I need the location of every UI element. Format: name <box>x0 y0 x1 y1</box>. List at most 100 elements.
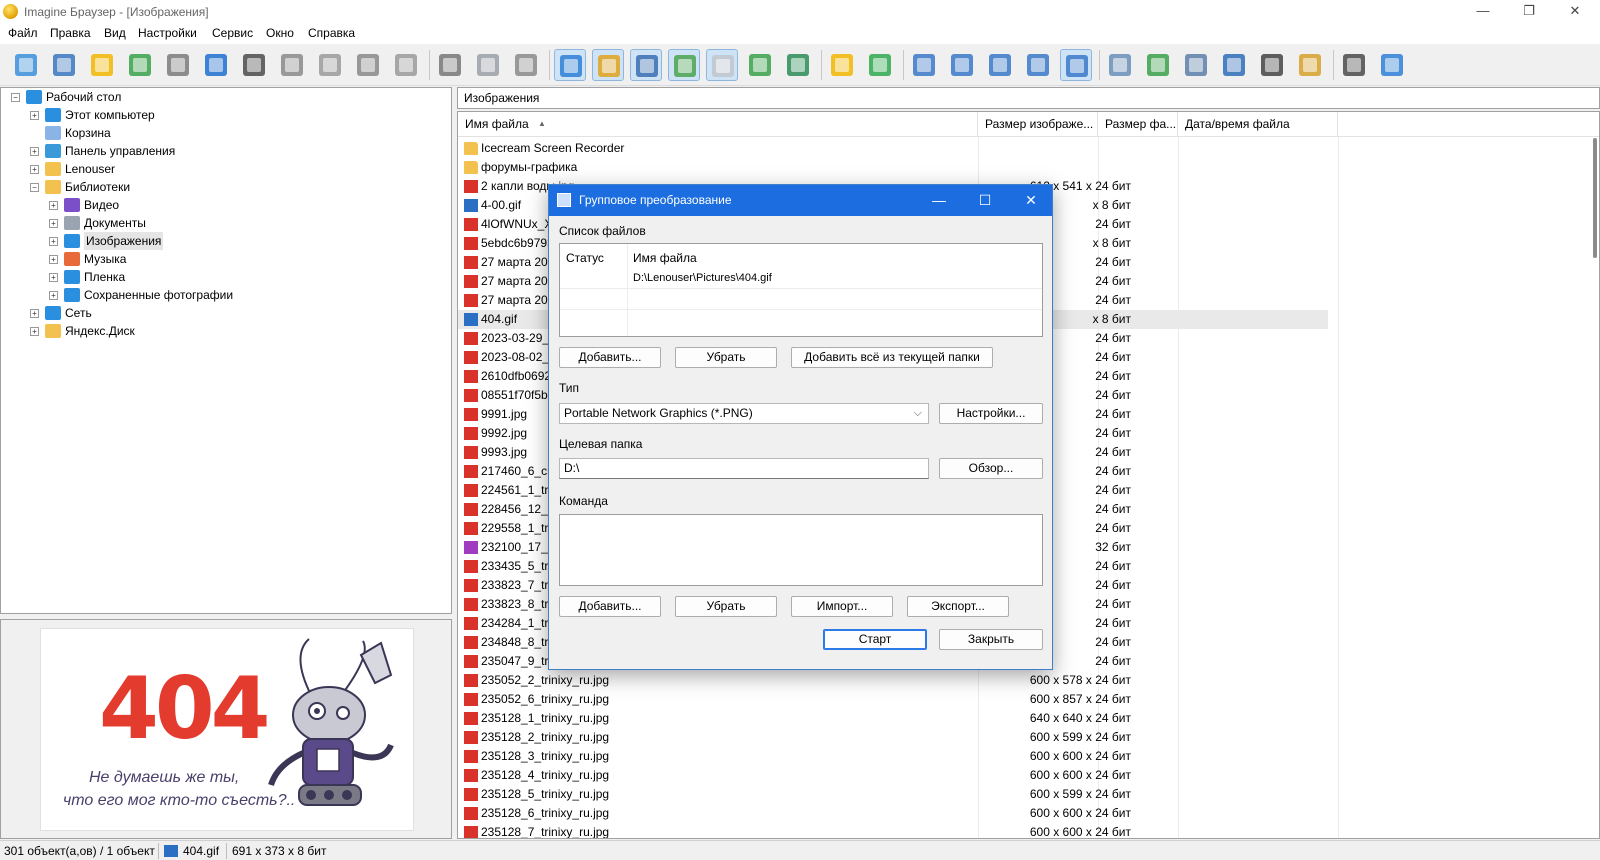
fit-button[interactable] <box>744 49 776 81</box>
file-row[interactable]: 235128_4_trinixy_ru.jpg 600 x 600 x 24 би… <box>458 766 1328 785</box>
tree-item[interactable]: − Рабочий стол <box>1 88 451 106</box>
tree-item[interactable]: + Сохраненные фотографии <box>1 286 451 304</box>
browse-button[interactable]: Обзор... <box>939 458 1043 479</box>
slideshow-button[interactable] <box>48 49 80 81</box>
menu-edit[interactable]: Правка <box>50 26 91 40</box>
type-select[interactable]: Portable Network Graphics (*.PNG) ⌵ <box>559 403 929 424</box>
expand-icon[interactable]: + <box>30 111 39 120</box>
tree-item[interactable]: + Музыка <box>1 250 451 268</box>
file-row[interactable]: Icecream Screen Recorder <box>458 139 1328 158</box>
larges-icon-button[interactable] <box>908 49 940 81</box>
filmstrip-button[interactable] <box>1256 49 1288 81</box>
file-row[interactable]: 235052_6_trinixy_ru.jpg 600 x 857 x 24 би… <box>458 690 1328 709</box>
expand-icon[interactable]: + <box>49 273 58 282</box>
file-row[interactable]: 235052_2_trinixy_ru.jpg 600 x 578 x 24 би… <box>458 671 1328 690</box>
vertical-scrollbar[interactable] <box>1593 138 1597 258</box>
add-command-button[interactable]: Добавить... <box>559 596 661 617</box>
help-button[interactable] <box>1376 49 1408 81</box>
menu-help[interactable]: Справка <box>308 26 355 40</box>
add-file-button[interactable]: Добавить... <box>559 347 661 368</box>
dialog-file-entry[interactable]: D:\Lenouser\Pictures\404.gif <box>633 272 772 284</box>
tree-item[interactable]: + Видео <box>1 196 451 214</box>
details-view-button[interactable] <box>1022 49 1054 81</box>
capture-button[interactable] <box>314 49 346 81</box>
wallpaper-button[interactable] <box>1218 49 1250 81</box>
column-header-image-size[interactable]: Размер изображе... <box>978 112 1098 136</box>
export-button[interactable]: Экспорт... <box>907 596 1009 617</box>
dialog-minimize-button[interactable]: — <box>919 189 959 211</box>
expand-icon[interactable]: + <box>30 309 39 318</box>
tree-item[interactable]: + Этот компьютер <box>1 106 451 124</box>
file-row[interactable]: 235128_5_trinixy_ru.jpg 600 x 599 x 24 би… <box>458 785 1328 804</box>
menu-settings[interactable]: Настройки <box>138 26 197 40</box>
tree-item[interactable]: Корзина <box>1 124 451 142</box>
view-mode-button[interactable] <box>668 49 700 81</box>
expand-icon[interactable]: + <box>30 165 39 174</box>
tree-item[interactable]: + Lenouser <box>1 160 451 178</box>
column-header-name[interactable]: Имя файла ▲ <box>458 112 978 136</box>
dialog-close-action-button[interactable]: Закрыть <box>939 629 1043 650</box>
monitor-button[interactable] <box>782 49 814 81</box>
menu-file[interactable]: Файл <box>8 26 38 40</box>
tree-item[interactable]: + Пленка <box>1 268 451 286</box>
expand-icon[interactable]: + <box>49 219 58 228</box>
column-header-datetime[interactable]: Дата/время файла <box>1178 112 1338 136</box>
tree-item[interactable]: + Документы <box>1 214 451 232</box>
chevron-down-icon[interactable]: ⌵ <box>464 90 1595 103</box>
file-row[interactable]: 235128_2_trinixy_ru.jpg 600 x 599 x 24 би… <box>458 728 1328 747</box>
trash-button[interactable] <box>352 49 384 81</box>
menu-window[interactable]: Окно <box>266 26 294 40</box>
import-button[interactable]: Импорт... <box>791 596 893 617</box>
expand-icon[interactable]: + <box>49 237 58 246</box>
camera-button[interactable] <box>238 49 270 81</box>
folder-tree[interactable]: − Рабочий стол + Этот компьютер Корзина + Пане… <box>0 87 452 614</box>
minimize-button[interactable]: — <box>1460 0 1506 24</box>
file-row[interactable]: 235128_3_trinixy_ru.jpg 600 x 600 x 24 би… <box>458 747 1328 766</box>
file-row[interactable]: форумы-графика <box>458 158 1328 177</box>
save-button[interactable] <box>124 49 156 81</box>
dialog-file-list[interactable]: Статус Имя файла D:\Lenouser\Pictures\40… <box>559 243 1043 337</box>
expand-icon[interactable]: + <box>30 327 39 336</box>
tree-item[interactable]: + Изображения <box>1 232 451 250</box>
tree-view-button[interactable] <box>592 49 624 81</box>
eye-button[interactable] <box>10 49 42 81</box>
folder-up-button[interactable] <box>826 49 858 81</box>
pen-button[interactable] <box>1338 49 1370 81</box>
close-button[interactable]: ✕ <box>1552 0 1598 24</box>
report-view-button[interactable] <box>1060 49 1092 81</box>
paste-button[interactable] <box>510 49 542 81</box>
edit-button[interactable] <box>1294 49 1326 81</box>
refresh-button[interactable] <box>864 49 896 81</box>
remove-command-button[interactable]: Убрать <box>675 596 777 617</box>
tree-item[interactable]: + Яндекс.Диск <box>1 322 451 340</box>
list-view-button[interactable] <box>984 49 1016 81</box>
start-button[interactable]: Старт <box>823 629 927 650</box>
collapse-icon[interactable]: − <box>30 183 39 192</box>
print-button[interactable] <box>162 49 194 81</box>
remove-file-button[interactable]: Убрать <box>675 347 777 368</box>
type-settings-button[interactable]: Настройки... <box>939 403 1043 424</box>
add-all-from-folder-button[interactable]: Добавить всё из текущей папки <box>791 347 993 368</box>
smalls-icon-button[interactable] <box>946 49 978 81</box>
tree-item[interactable]: − Библиотеки <box>1 178 451 196</box>
column-header-file-size[interactable]: Размер фа... <box>1098 112 1178 136</box>
expand-icon[interactable]: + <box>30 147 39 156</box>
clock-button[interactable] <box>630 49 662 81</box>
expand-icon[interactable]: + <box>49 201 58 210</box>
thumbnail-view-button[interactable] <box>554 49 586 81</box>
tree-item[interactable]: + Панель управления <box>1 142 451 160</box>
command-textarea[interactable] <box>559 514 1043 586</box>
file-row[interactable]: 235128_7_trinixy_ru.jpg 600 x 600 x 24 би… <box>458 823 1328 838</box>
scanner-button[interactable] <box>276 49 308 81</box>
dialog-maximize-button[interactable]: ☐ <box>965 189 1005 211</box>
menu-view[interactable]: Вид <box>104 26 126 40</box>
convert-button[interactable] <box>1142 49 1174 81</box>
dialog-close-button[interactable]: ✕ <box>1011 189 1051 211</box>
file-row[interactable]: 235128_1_trinixy_ru.jpg 640 x 640 x 24 би… <box>458 709 1328 728</box>
target-folder-input[interactable]: D:\ <box>559 458 929 479</box>
restore-button[interactable]: ❐ <box>1506 0 1552 24</box>
menu-service[interactable]: Сервис <box>212 26 253 40</box>
settings-button[interactable] <box>390 49 422 81</box>
copy-button[interactable] <box>472 49 504 81</box>
expand-icon[interactable]: + <box>49 291 58 300</box>
